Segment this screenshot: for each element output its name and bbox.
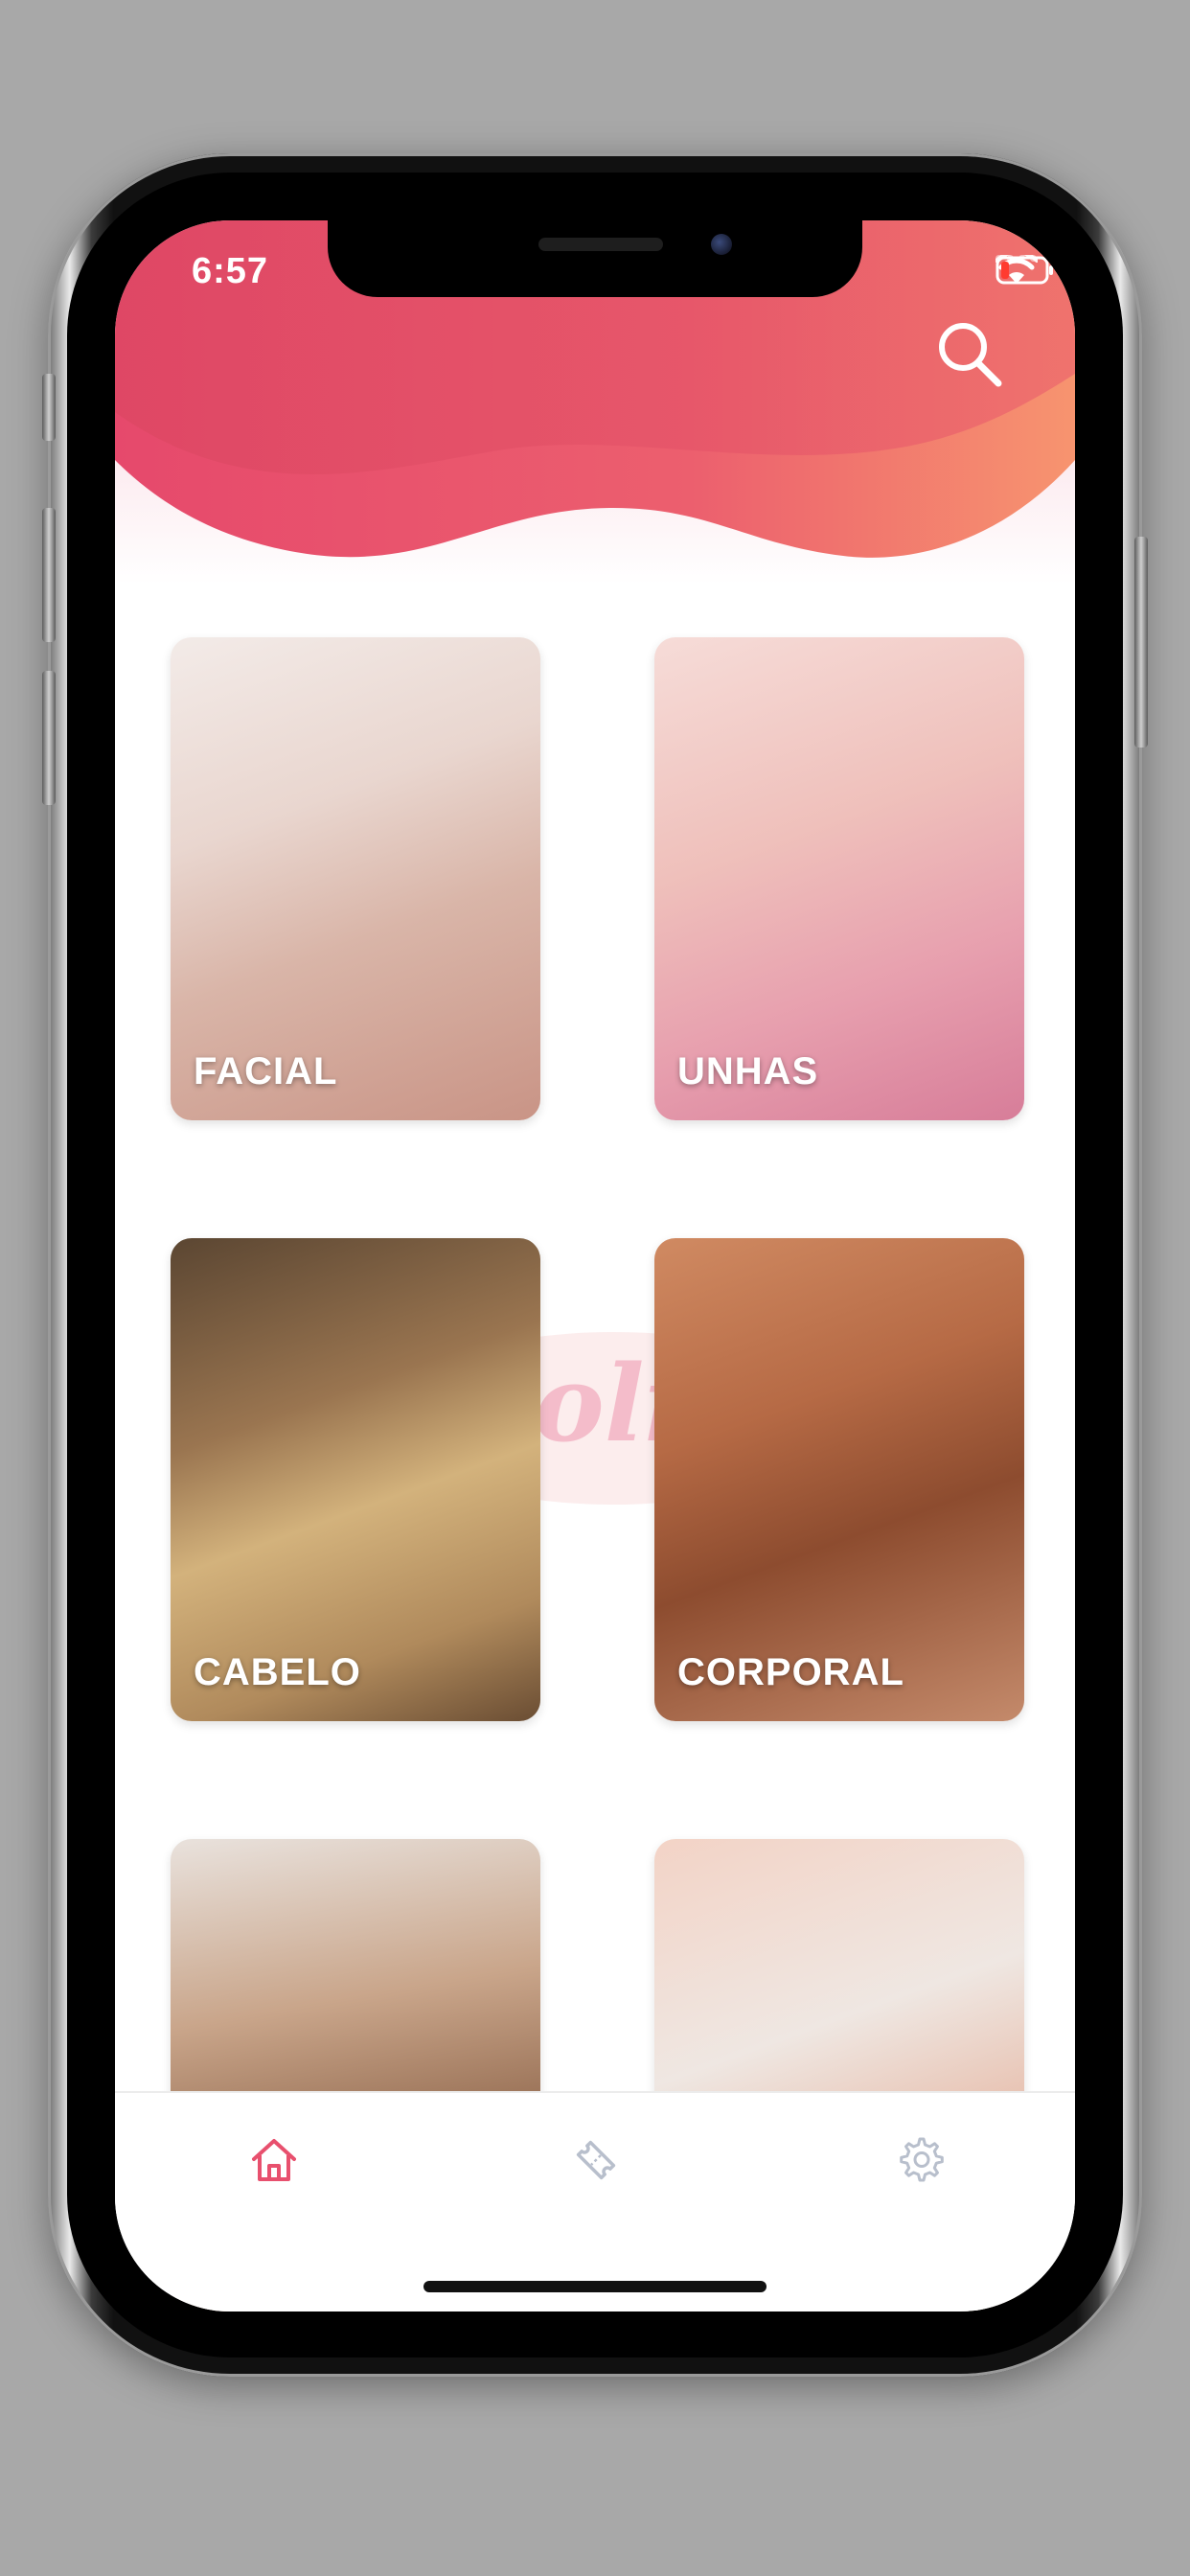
- category-card-unhas[interactable]: UNHAS: [654, 637, 1024, 1120]
- app-screen: 6:57 Lolita FACIAL UNHAS CABELO CORPORAL: [115, 220, 1075, 2312]
- ticket-icon: [576, 2140, 616, 2180]
- category-label: CORPORAL: [677, 1651, 904, 1693]
- volume-down-button: [42, 671, 56, 805]
- home-indicator[interactable]: [423, 2281, 767, 2292]
- power-button: [1134, 537, 1148, 748]
- tab-coupons[interactable]: [558, 2122, 634, 2198]
- home-icon: [252, 2139, 296, 2181]
- search-icon: [939, 323, 1002, 387]
- category-label: FACIAL: [194, 1050, 338, 1092]
- battery-icon: [995, 256, 1053, 285]
- status-icons: [995, 255, 1053, 285]
- category-card-cabelo[interactable]: CABELO: [171, 1238, 540, 1721]
- category-label: UNHAS: [677, 1050, 819, 1092]
- category-card-facial[interactable]: FACIAL: [171, 637, 540, 1120]
- tab-settings[interactable]: [881, 2122, 958, 2198]
- volume-up-button: [42, 508, 56, 642]
- earpiece-speaker: [538, 238, 663, 251]
- category-card-corporal[interactable]: CORPORAL: [654, 1238, 1024, 1721]
- gear-icon: [900, 2137, 944, 2182]
- front-camera: [711, 234, 732, 255]
- search-button[interactable]: [931, 316, 1008, 393]
- tab-home[interactable]: [236, 2122, 312, 2198]
- notch: [328, 220, 862, 297]
- bottom-tab-bar: [115, 2091, 1075, 2312]
- mute-switch: [42, 374, 56, 441]
- category-label: CABELO: [194, 1651, 361, 1693]
- header-banner: 6:57: [115, 220, 1075, 585]
- status-time: 6:57: [192, 251, 269, 291]
